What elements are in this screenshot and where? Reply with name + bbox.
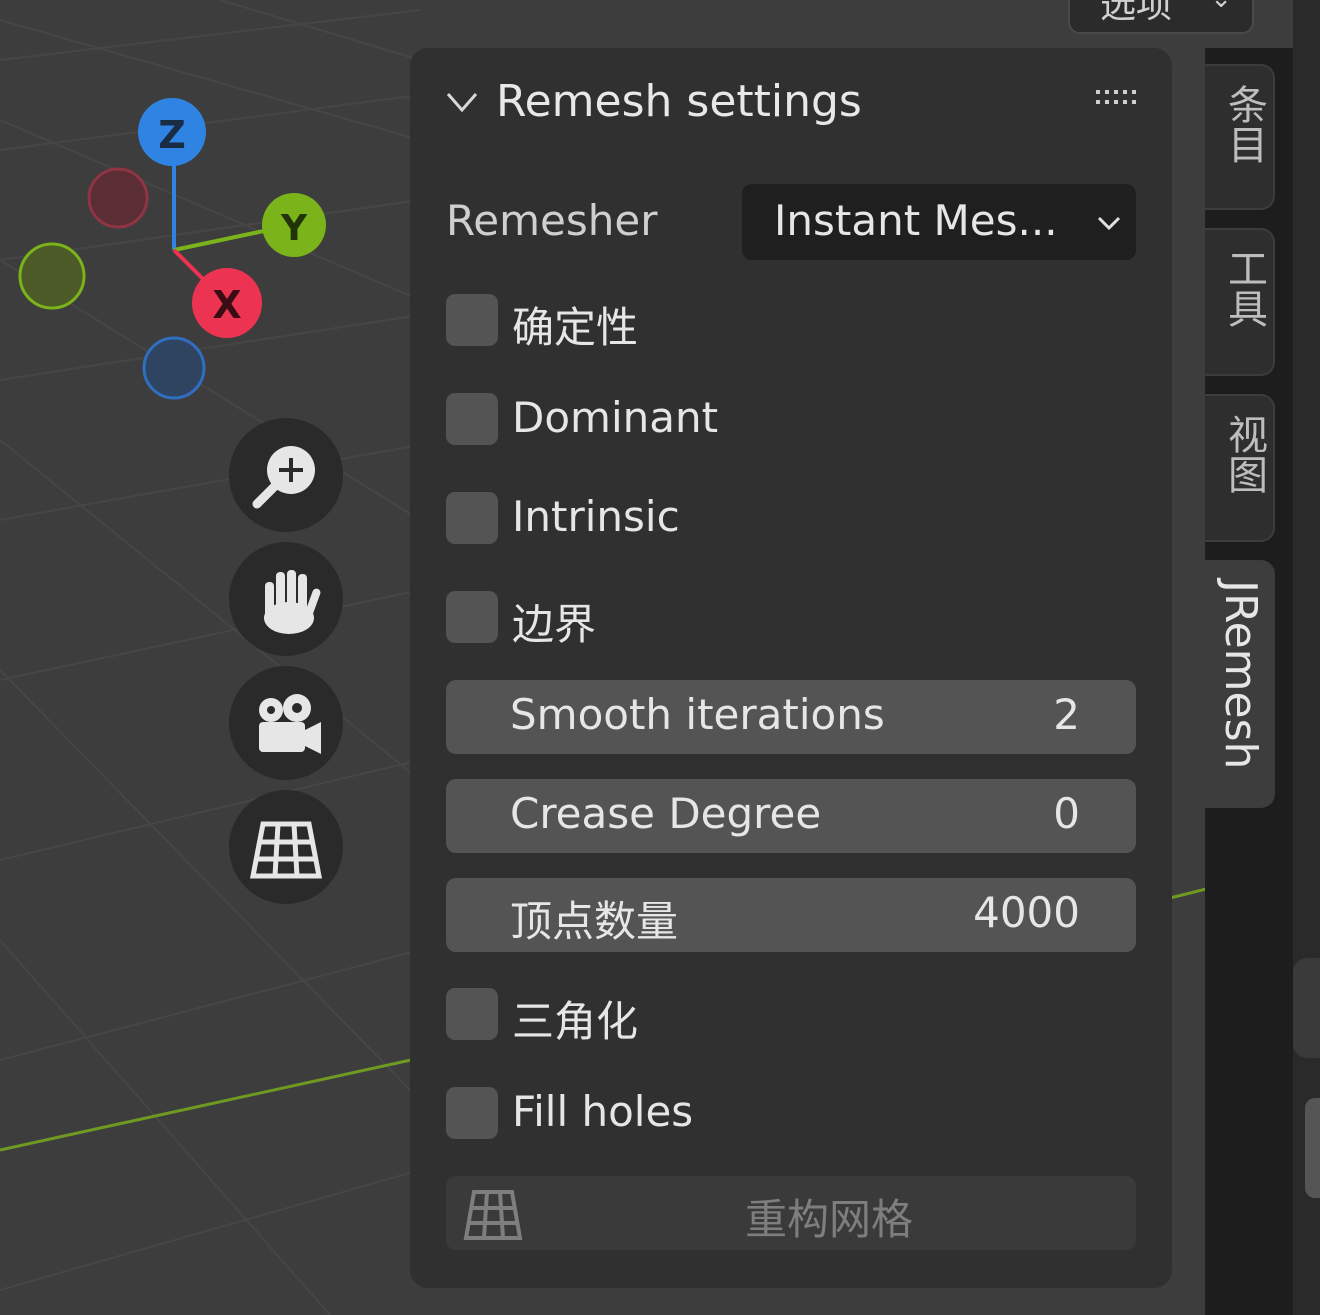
edge-scroll-handle[interactable]: [1305, 1098, 1320, 1198]
deterministic-checkbox-row[interactable]: 确定性: [446, 294, 1126, 352]
fill-holes-checkbox[interactable]: [446, 1087, 498, 1139]
zoom-icon: [252, 446, 315, 509]
remesh-button-label: 重构网格: [744, 1195, 913, 1244]
grid-icon: [249, 821, 323, 879]
chevron-down-icon: [1097, 216, 1121, 231]
panel-title: Remesh settings: [496, 76, 862, 127]
remesher-value: Instant Mes...: [774, 196, 1058, 245]
panel-header[interactable]: Remesh settings: [410, 48, 1172, 158]
vertex-count-value: 4000: [973, 888, 1080, 937]
zoom-button[interactable]: [229, 418, 343, 532]
remesh-button[interactable]: 重构网格: [446, 1176, 1136, 1250]
tab-item[interactable]: 条目: [1205, 64, 1275, 210]
boundary-checkbox[interactable]: [446, 591, 498, 643]
triangulate-label: 三角化: [512, 997, 639, 1046]
intrinsic-checkbox-row[interactable]: Intrinsic: [446, 492, 1126, 548]
right-edge-region: [1293, 0, 1320, 1315]
smooth-iterations-label: Smooth iterations: [510, 690, 885, 739]
remesher-dropdown[interactable]: Instant Mes...: [742, 184, 1136, 260]
crease-degree-label: Crease Degree: [510, 789, 822, 838]
vertex-count-label: 顶点数量: [510, 897, 679, 946]
smooth-iterations-value: 2: [1053, 690, 1080, 739]
tab-jremesh-label: JRemesh: [1215, 580, 1266, 770]
dominant-label: Dominant: [512, 393, 719, 442]
x-axis-label: X: [212, 283, 241, 327]
fill-holes-label: Fill holes: [512, 1087, 694, 1136]
hand-icon: [264, 570, 321, 634]
intrinsic-label: Intrinsic: [512, 492, 680, 541]
edge-panel-block: [1293, 958, 1320, 1058]
negative-y-axis-icon[interactable]: [18, 242, 86, 310]
dominant-checkbox[interactable]: [446, 393, 498, 445]
vertex-count-field[interactable]: 顶点数量 4000: [446, 878, 1136, 952]
intrinsic-checkbox[interactable]: [446, 492, 498, 544]
options-dropdown[interactable]: 选项 ⌄: [1068, 0, 1254, 34]
y-axis-label: Y: [280, 208, 308, 249]
tab-jremesh[interactable]: JRemesh: [1205, 560, 1275, 808]
chevron-down-icon: ⌄: [1210, 0, 1232, 14]
crease-degree-field[interactable]: Crease Degree 0: [446, 779, 1136, 853]
tab-view[interactable]: 视图: [1205, 394, 1275, 542]
deterministic-label: 确定性: [512, 303, 639, 352]
pan-button[interactable]: [229, 542, 343, 656]
smooth-iterations-field[interactable]: Smooth iterations 2: [446, 680, 1136, 754]
tab-item-label: 条目: [1221, 84, 1267, 164]
dominant-checkbox-row[interactable]: Dominant: [446, 393, 1126, 449]
fill-holes-checkbox-row[interactable]: Fill holes: [446, 1087, 1126, 1143]
chevron-down-icon[interactable]: [444, 84, 480, 120]
tab-view-label: 视图: [1221, 414, 1267, 494]
tab-tool[interactable]: 工具: [1205, 228, 1275, 376]
remesh-settings-panel: Remesh settings Remesher Instant Mes... …: [410, 48, 1172, 1288]
camera-view-button[interactable]: [229, 666, 343, 780]
deterministic-checkbox[interactable]: [446, 294, 498, 346]
options-dropdown-label: 选项: [1100, 0, 1173, 26]
negative-x-axis-icon[interactable]: [87, 167, 149, 229]
drag-handle-icon[interactable]: [1096, 88, 1136, 110]
z-axis-label: Z: [158, 113, 186, 157]
negative-z-axis-icon[interactable]: [142, 336, 206, 400]
perspective-toggle-button[interactable]: [229, 790, 343, 904]
camera-icon: [259, 694, 321, 754]
crease-degree-value: 0: [1053, 789, 1080, 838]
triangulate-checkbox[interactable]: [446, 988, 498, 1040]
boundary-checkbox-row[interactable]: 边界: [446, 591, 1126, 649]
tab-tool-label: 工具: [1221, 248, 1267, 328]
boundary-label: 边界: [512, 600, 597, 649]
remesher-label: Remesher: [446, 196, 658, 245]
triangulate-checkbox-row[interactable]: 三角化: [446, 988, 1126, 1046]
